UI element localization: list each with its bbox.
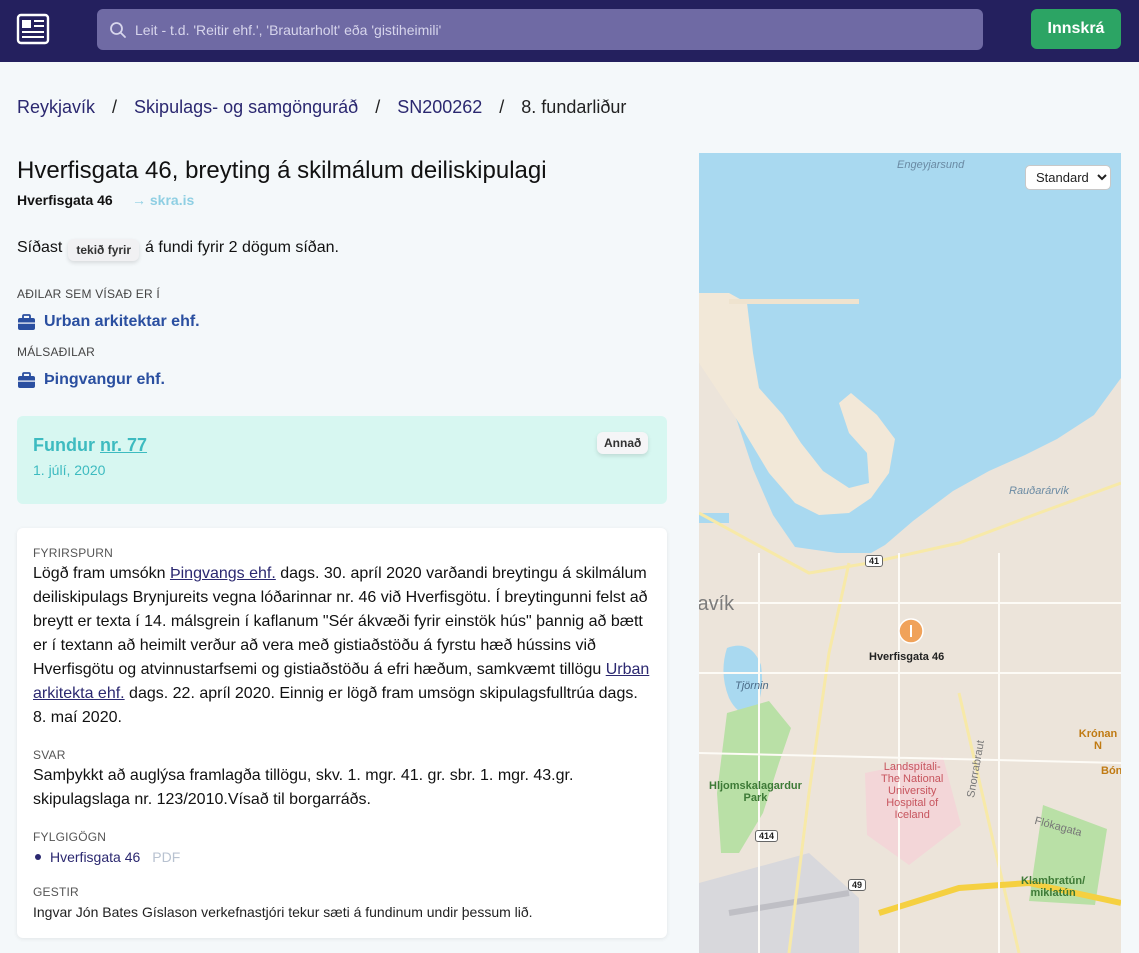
referred-label: AÐILAR SEM VÍSAÐ ER Í: [17, 287, 160, 301]
answer-label: SVAR: [33, 748, 66, 762]
road-badge-41: 41: [865, 555, 884, 567]
referred-entity-link[interactable]: Urban arkitektar ehf.: [17, 313, 200, 331]
guests-text: Ingvar Jón Bates Gíslason verkefnastjóri…: [33, 904, 533, 920]
breadcrumb-current: 8. fundarliður: [521, 97, 627, 117]
search-input[interactable]: [135, 9, 965, 50]
road-badge-49: 49: [848, 879, 867, 891]
referred-entity-name: Urban arkitektar ehf.: [44, 313, 200, 330]
answer-text: Samþykkt að auglýsa framlagða tillögu, s…: [33, 767, 574, 808]
map-label-klambratun: Klambratún/ miklatún: [1021, 875, 1086, 899]
logo-icon[interactable]: [16, 12, 50, 46]
meeting-title: Fundur nr. 77: [33, 435, 147, 456]
top-nav: Innskrá: [0, 0, 1139, 62]
road-badge-414: 414: [755, 830, 779, 842]
search-icon: [110, 22, 126, 38]
pier: [729, 299, 859, 304]
map-label-reykjavik: javík: [699, 593, 735, 615]
inquiry-text: Lögð fram umsókn Þingvangs ehf. dags. 30…: [33, 562, 653, 730]
map-label-pin: Hverfisgata 46: [869, 651, 945, 663]
address: Hverfisgata 46: [17, 192, 113, 208]
location-pin-icon[interactable]: [898, 618, 924, 644]
inquiry-part: dags. 22. apríl 2020. Einnig er lögð fra…: [33, 685, 638, 726]
case-party-name: Þingvangur ehf.: [44, 371, 165, 388]
guests-label: GESTIR: [33, 885, 79, 899]
map-label-kronan: Krónan N: [1078, 728, 1118, 752]
map-label-raudar: Rauðarárvík: [1009, 485, 1069, 497]
meeting-number-link[interactable]: nr. 77: [100, 435, 147, 455]
last-discussed: Síðast tekið fyrir á fundi fyrir 2 dögum…: [17, 237, 339, 261]
last-suffix: á fundi fyrir 2 dögum síðan.: [145, 239, 339, 256]
briefcase-icon: [18, 313, 35, 330]
breadcrumb: Reykjavík / Skipulags- og samgönguráð / …: [17, 97, 626, 118]
attachment-link[interactable]: Hverfisgata 46: [50, 849, 140, 865]
inquiry-label: FYRIRSPURN: [33, 546, 114, 560]
login-button[interactable]: Innskrá: [1031, 9, 1121, 49]
page-title: Hverfisgata 46, breyting á skilmálum dei…: [17, 157, 547, 184]
map-style-select[interactable]: Standard: [1025, 165, 1111, 190]
details-card: FYRIRSPURN Lögð fram umsókn Þingvangs eh…: [17, 528, 667, 938]
attachment-item: Hverfisgata 46 PDF: [33, 849, 180, 865]
meeting-prefix: Fundur: [33, 435, 95, 455]
map-label-landspitali: Landspítali- The National University Hos…: [881, 761, 944, 821]
briefcase-icon: [18, 371, 35, 388]
search-bar[interactable]: [97, 9, 983, 50]
attachment-type: PDF: [152, 849, 181, 865]
map-label-hljom: Hljomskalagardur Park: [709, 780, 802, 804]
bullet: [35, 854, 41, 860]
breadcrumb-separator: /: [375, 97, 381, 117]
applicant-link[interactable]: Þingvangs ehf.: [170, 565, 276, 582]
skra-link[interactable]: → skra.is: [132, 192, 194, 208]
case-party-link[interactable]: Þingvangur ehf.: [17, 371, 165, 389]
map-label-bon: Bón: [1101, 765, 1121, 777]
inquiry-part: Lögð fram umsókn: [33, 565, 170, 582]
map[interactable]: Standard Engeyjarsund Rauðarárvík javík …: [699, 153, 1121, 953]
status-pill: tekið fyrir: [68, 239, 140, 261]
meeting-type-badge: Annað: [597, 432, 649, 454]
case-parties-label: MÁLSAÐILAR: [17, 345, 96, 359]
map-label-engey: Engeyjarsund: [897, 159, 965, 171]
last-prefix: Síðast: [17, 239, 63, 256]
breadcrumb-reykjavik[interactable]: Reykjavík: [17, 97, 95, 118]
breadcrumb-case[interactable]: SN200262: [397, 97, 482, 118]
map-label-tjornin: Tjörnin: [735, 680, 769, 692]
breadcrumb-separator: /: [499, 97, 505, 117]
attachments-label: FYLGIGÖGN: [33, 830, 107, 844]
breadcrumb-separator: /: [112, 97, 118, 117]
meeting-card: Fundur nr. 77 1. júlí, 2020 Annað: [17, 416, 667, 504]
breadcrumb-committee[interactable]: Skipulags- og samgönguráð: [134, 97, 358, 118]
meeting-date: 1. júlí, 2020: [33, 462, 106, 478]
